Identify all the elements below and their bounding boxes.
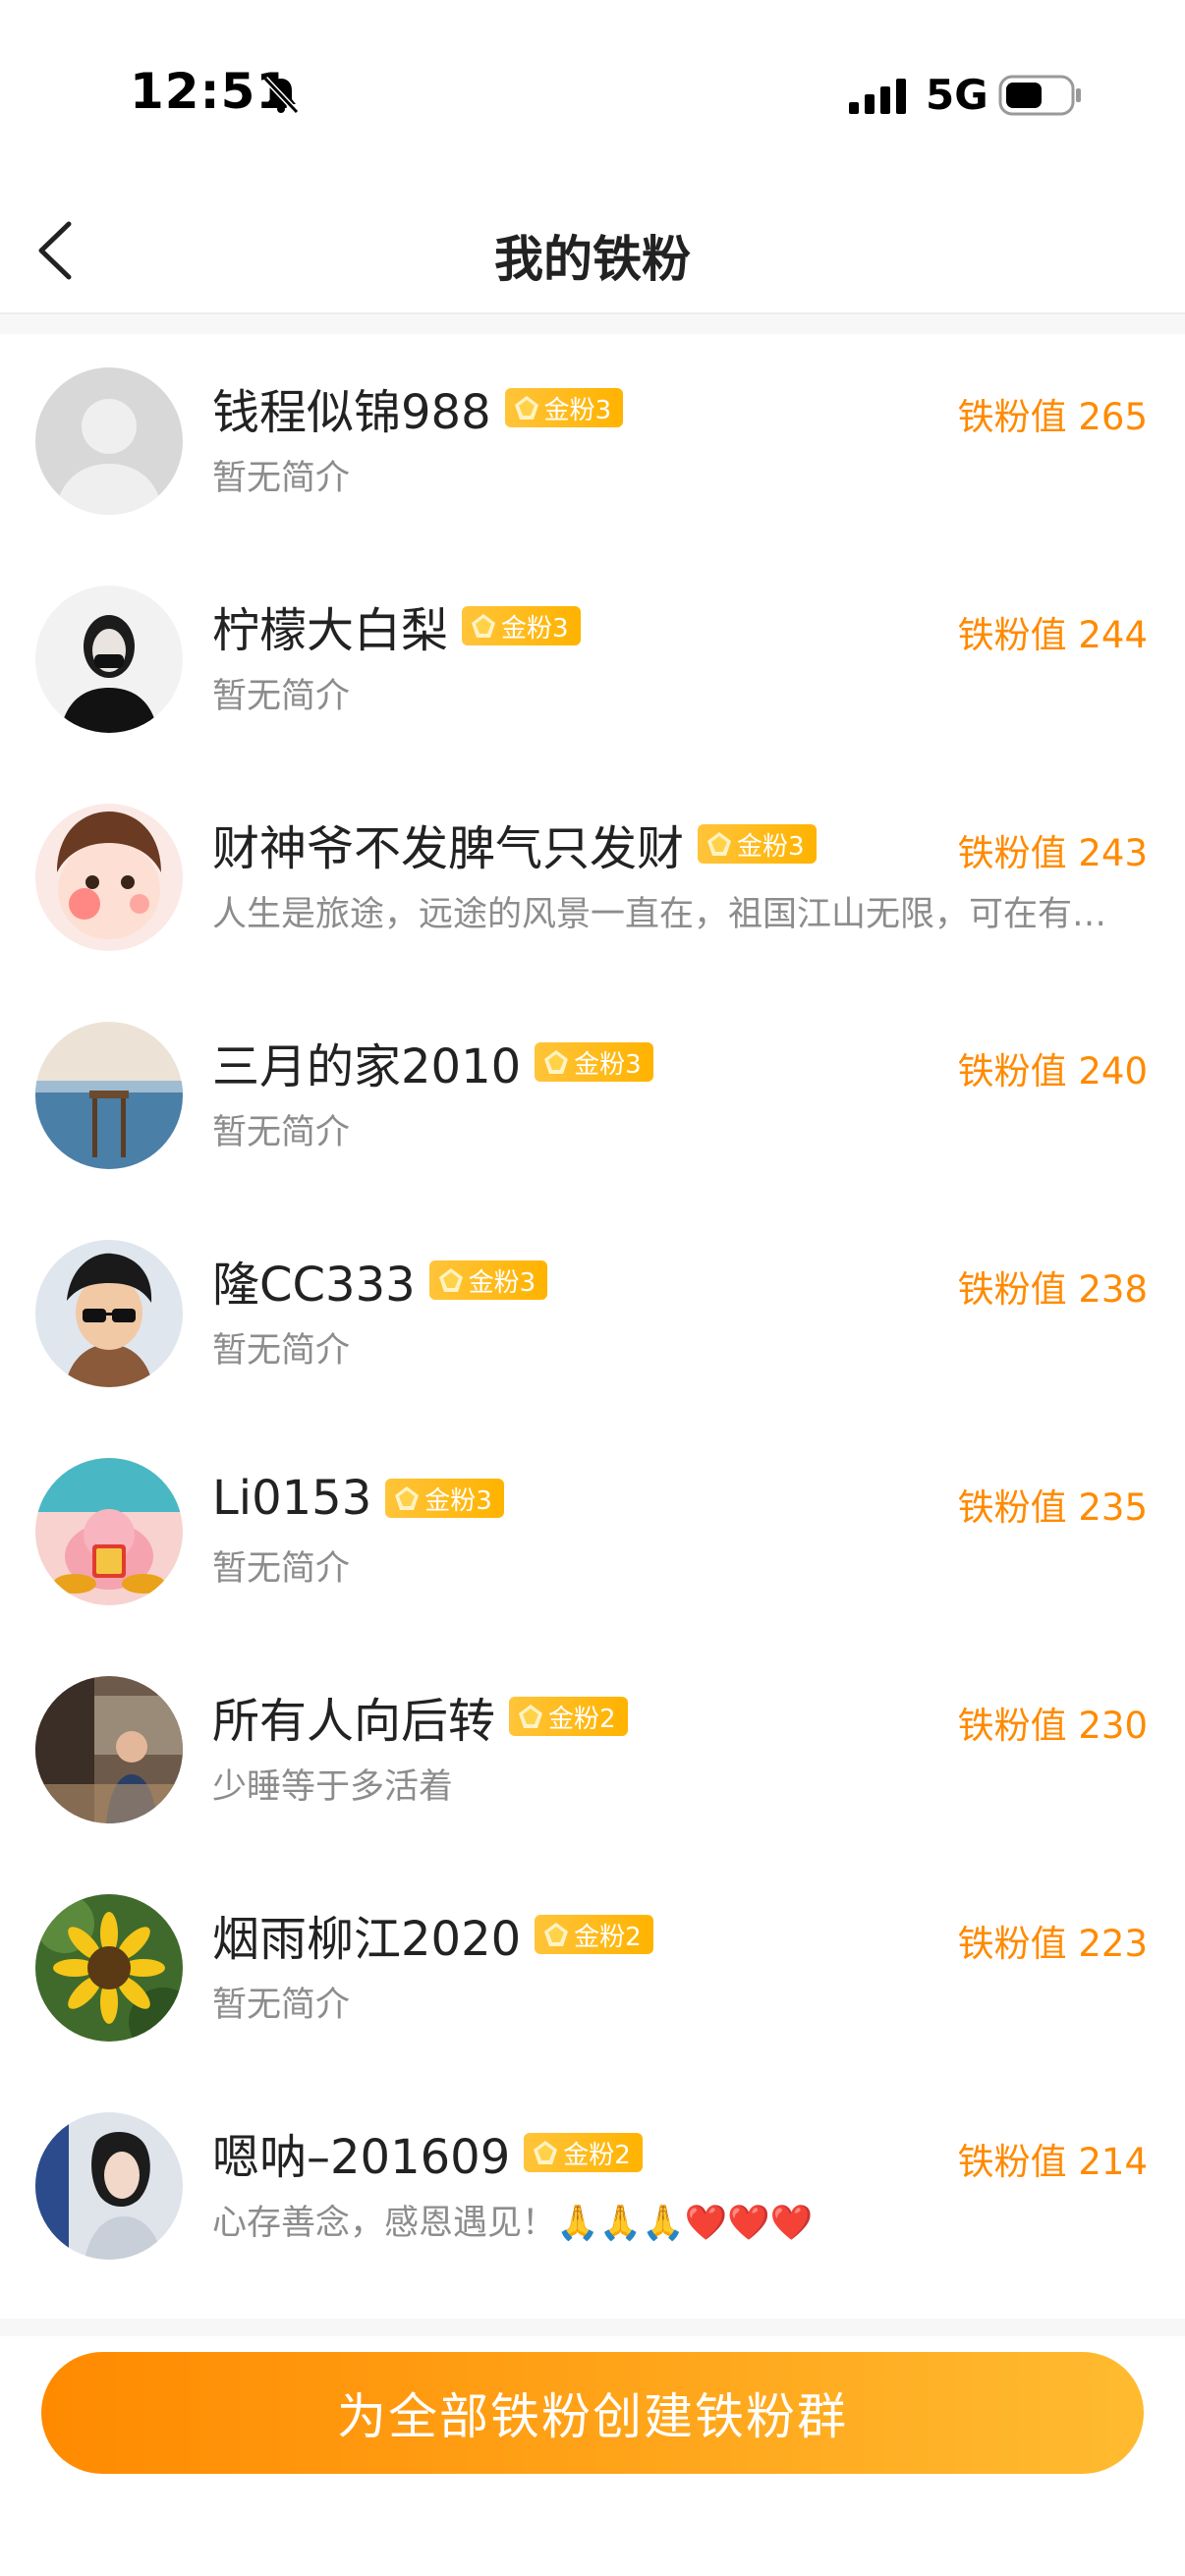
fan-list-item[interactable]: 财神爷不发脾气只发财 金粉3 人生是旅途，远途的风景一直在，祖国江山无限，可在有… — [0, 770, 1185, 988]
gem-icon — [519, 1705, 543, 1728]
fan-name: 钱程似锦988 — [212, 385, 491, 440]
fan-name: 嗯呐–201609 — [212, 2130, 511, 2185]
fan-level-badge: 金粉2 — [535, 1915, 653, 1954]
gem-icon — [534, 2141, 558, 2164]
gem-icon — [707, 832, 732, 856]
mute-bell-icon — [262, 76, 300, 115]
gem-icon — [544, 1050, 569, 1074]
avatar[interactable] — [35, 804, 183, 951]
network-type: 5G — [926, 71, 988, 119]
fan-bio: 心存善念，感恩遇见！🙏🙏🙏❤️❤️❤️ — [212, 2204, 814, 2243]
avatar[interactable] — [35, 367, 183, 515]
fan-level-badge: 金粉3 — [428, 1260, 548, 1300]
fan-value: 铁粉值 244 — [957, 614, 1148, 656]
page-title: 我的铁粉 — [494, 231, 691, 288]
fan-level-badge: 金粉2 — [524, 2133, 643, 2172]
create-fan-group-button[interactable]: 为全部铁粉创建铁粉群 — [41, 2352, 1144, 2474]
fan-value: 铁粉值 243 — [957, 832, 1148, 874]
fan-list-item[interactable]: 所有人向后转 金粉2 少睡等于多活着 铁粉值 230 — [0, 1643, 1185, 1861]
fan-bio: 暂无简介 — [212, 677, 351, 716]
fan-list: 钱程似锦988 金粉3 暂无简介 铁粉值 265 柠檬大白梨 金粉3 暂无简介 … — [0, 334, 1185, 2297]
avatar[interactable] — [35, 1240, 183, 1387]
fan-bio: 暂无简介 — [212, 1549, 351, 1589]
avatar[interactable] — [35, 1458, 183, 1605]
fan-level-badge: 金粉3 — [535, 1042, 653, 1082]
fan-name: 烟雨柳江2020 — [212, 1912, 522, 1967]
fan-name: 隆CC333 — [212, 1258, 416, 1313]
fan-level-badge: 金粉3 — [504, 388, 624, 427]
fan-value: 铁粉值 230 — [957, 1705, 1148, 1747]
fan-bio: 暂无简介 — [212, 1331, 351, 1371]
cellular-signal-icon — [849, 79, 906, 114]
fan-bio: 暂无简介 — [212, 459, 351, 498]
fan-list-item[interactable]: 三月的家2010 金粉3 暂无简介 铁粉值 240 — [0, 988, 1185, 1206]
fan-name: Li0153 — [212, 1471, 372, 1526]
status-bar: 12:51 5G — [0, 0, 1185, 187]
gem-icon — [544, 1923, 569, 1946]
fan-name: 财神爷不发脾气只发财 — [212, 821, 685, 876]
fan-list-item[interactable]: 柠檬大白梨 金粉3 暂无简介 铁粉值 244 — [0, 552, 1185, 770]
avatar[interactable] — [35, 2112, 183, 2260]
fan-value: 铁粉值 240 — [957, 1050, 1148, 1092]
fan-level-badge: 金粉3 — [385, 1479, 504, 1518]
gem-icon — [438, 1268, 463, 1292]
fan-level-badge: 金粉2 — [509, 1697, 628, 1736]
fan-list-item[interactable]: 钱程似锦988 金粉3 暂无简介 铁粉值 265 — [0, 334, 1185, 552]
fan-value: 铁粉值 223 — [957, 1923, 1148, 1965]
fan-level-badge: 金粉3 — [462, 606, 581, 645]
fan-list-item[interactable]: 烟雨柳江2020 金粉2 暂无简介 铁粉值 223 — [0, 1861, 1185, 2079]
fan-bio: 人生是旅途，远途的风景一直在，祖国江山无限，可在有生之年…… — [212, 895, 1136, 934]
avatar[interactable] — [35, 1022, 183, 1169]
fan-value: 铁粉值 214 — [957, 2141, 1148, 2183]
fan-name: 柠檬大白梨 — [212, 603, 449, 658]
avatar[interactable] — [35, 1894, 183, 2042]
battery-icon — [998, 75, 1081, 116]
avatar[interactable] — [35, 586, 183, 733]
avatar[interactable] — [35, 1676, 183, 1823]
fan-bio: 暂无简介 — [212, 1986, 351, 2025]
nav-bar: 我的铁粉 — [0, 187, 1185, 314]
fan-bio: 暂无简介 — [212, 1113, 351, 1152]
fan-list-item[interactable]: Li0153 金粉3 暂无简介 铁粉值 235 — [0, 1425, 1185, 1643]
fan-name: 所有人向后转 — [212, 1694, 496, 1749]
fan-name: 三月的家2010 — [212, 1039, 522, 1094]
fan-bio: 少睡等于多活着 — [212, 1767, 454, 1807]
fan-value: 铁粉值 238 — [957, 1268, 1148, 1311]
gem-icon — [514, 396, 538, 420]
fan-level-badge: 金粉3 — [698, 824, 817, 864]
gem-icon — [395, 1486, 420, 1510]
fan-list-item[interactable]: 隆CC333 金粉3 暂无简介 铁粉值 238 — [0, 1206, 1185, 1425]
fan-value: 铁粉值 235 — [957, 1486, 1148, 1529]
fan-value: 铁粉值 265 — [957, 396, 1148, 438]
fan-list-item[interactable]: 嗯呐–201609 金粉2 心存善念，感恩遇见！🙏🙏🙏❤️❤️❤️ 铁粉值 21… — [0, 2079, 1185, 2297]
header-divider — [0, 314, 1185, 334]
gem-icon — [472, 614, 496, 638]
